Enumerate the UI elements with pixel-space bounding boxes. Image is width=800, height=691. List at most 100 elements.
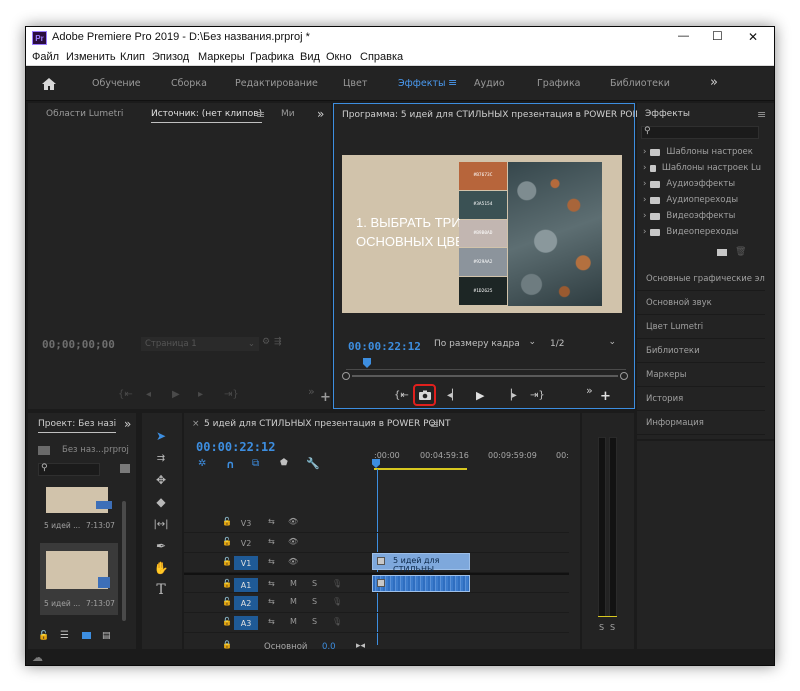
sync-lock-icon[interactable]: ⇆ (268, 517, 275, 526)
section-essential-graphics[interactable]: Основные графические эле (637, 267, 765, 291)
sync-lock-icon[interactable]: ⇆ (268, 537, 275, 546)
workspace-color[interactable]: Цвет (343, 78, 367, 89)
track-select-tool[interactable]: ⇉ (146, 447, 176, 469)
ripple-edit-tool[interactable]: ✥ (146, 469, 176, 491)
fit-select[interactable]: По размеру кадра ⌄ (430, 337, 538, 352)
timeline-playhead-handle[interactable] (372, 459, 380, 468)
program-title[interactable]: Программа: 5 идей для СТИЛЬНЫХ презентац… (342, 110, 647, 120)
master-lock-icon[interactable]: 🔒 (222, 640, 232, 649)
timeline-title[interactable]: 5 идей для СТИЛЬНЫХ презентация в POWER … (204, 419, 450, 429)
track-lock-icon[interactable]: 🔓 (222, 537, 232, 546)
mute-button[interactable]: M (290, 579, 297, 588)
work-area-bar[interactable] (374, 468, 467, 470)
sync-lock-icon[interactable]: ⇆ (268, 557, 275, 566)
settings-icon[interactable]: ⚙ (262, 337, 270, 347)
icon-view-icon[interactable] (82, 632, 91, 639)
mute-button[interactable]: M (290, 617, 297, 626)
a1-clip[interactable] (372, 575, 470, 592)
menu-view[interactable]: Вид (300, 51, 320, 63)
workspace-graphics[interactable]: Графика (537, 78, 581, 89)
workspace-editing[interactable]: Редактирование (235, 78, 318, 89)
eye-icon[interactable]: 👁 (288, 537, 298, 546)
home-icon[interactable] (40, 76, 58, 92)
program-playhead[interactable] (363, 358, 371, 368)
workspace-libraries[interactable]: Библиотеки (610, 78, 670, 89)
sync-lock-icon[interactable]: ⇆ (268, 579, 275, 588)
microphone-icon[interactable]: 🎙 (332, 617, 342, 626)
maximize-button[interactable]: ☐ (712, 29, 723, 43)
track-lock-icon[interactable]: 🔓 (222, 579, 232, 588)
section-libraries[interactable]: Библиотеки (637, 339, 765, 363)
menu-help[interactable]: Справка (360, 51, 403, 63)
source-more-button[interactable]: » (308, 385, 315, 398)
resolution-select[interactable]: 1/2 ⌄ (546, 337, 618, 352)
workspace-audio[interactable]: Аудио (474, 78, 505, 89)
minimize-button[interactable]: — (678, 30, 689, 42)
zoom-handle-right[interactable] (620, 372, 628, 380)
panel-more-icon[interactable]: » (317, 107, 324, 121)
timeline-timecode[interactable]: 00:00:22:12 (196, 440, 275, 454)
track-row-v3[interactable]: 🔓 V3 ⇆ 👁 (184, 513, 569, 533)
workspace-effects[interactable]: Эффекты (398, 78, 446, 89)
wrench-icon[interactable]: 🔧 (306, 457, 320, 470)
find-icon[interactable] (120, 464, 130, 473)
tab-lumetri-scopes[interactable]: Области Lumetri (46, 109, 123, 119)
effects-item-video-transitions[interactable]: › Видеопереходы (643, 224, 761, 240)
program-scrubbar[interactable] (346, 369, 626, 370)
section-info[interactable]: Информация (637, 411, 765, 435)
creative-cloud-icon[interactable]: ☁ (32, 651, 43, 664)
time-ruler[interactable]: :00:00 00:04:59:16 00:09:59:09 00: (372, 441, 572, 475)
menu-window[interactable]: Окно (326, 51, 352, 63)
effects-item-presets[interactable]: › Шаблоны настроек (643, 144, 761, 160)
menu-clip[interactable]: Клип (120, 51, 145, 63)
track-row-a3[interactable]: 🔓 A3 ⇆ M S 🎙 (184, 613, 569, 633)
step-forward-icon[interactable]: ▕▸ (504, 390, 517, 401)
program-add-button[interactable]: + (600, 389, 611, 404)
track-lock-icon[interactable]: 🔓 (222, 517, 232, 526)
freeform-view-icon[interactable]: ▤ (102, 631, 111, 641)
track-row-a2[interactable]: 🔓 A2 ⇆ M S 🎙 (184, 593, 569, 613)
close-button[interactable]: ✕ (748, 30, 758, 44)
new-bin-icon[interactable] (717, 249, 727, 256)
step-back-icon[interactable]: ◂ (146, 389, 151, 400)
menu-file[interactable]: Файл (32, 51, 59, 63)
section-history[interactable]: История (637, 387, 765, 411)
track-target-a2[interactable]: A2 (234, 596, 258, 610)
section-markers[interactable]: Маркеры (637, 363, 765, 387)
step-forward-icon[interactable]: ▸ (198, 389, 203, 400)
effects-menu-icon[interactable]: ≡ (757, 108, 766, 121)
menu-markers[interactable]: Маркеры (198, 51, 245, 63)
play-icon[interactable]: ▶ (476, 389, 484, 402)
microphone-icon[interactable]: 🎙 (332, 597, 342, 606)
section-lumetri-color[interactable]: Цвет Lumetri (637, 315, 765, 339)
list-view-icon[interactable]: ☰ (60, 630, 69, 641)
workspace-more-button[interactable]: » (710, 75, 718, 90)
pen-tool[interactable]: ✒ (146, 535, 176, 557)
effects-item-lumetri-presets[interactable]: › Шаблоны настроек Lu (643, 160, 761, 176)
timeline-menu-icon[interactable]: ≡ (430, 418, 439, 431)
play-icon[interactable]: ▶ (172, 389, 180, 400)
tab-project[interactable]: Проект: Без назі (38, 419, 117, 433)
track-target-v2[interactable]: V2 (234, 536, 258, 550)
mute-button[interactable]: M (290, 597, 297, 606)
effects-item-video-effects[interactable]: › Видеоэффекты (643, 208, 761, 224)
linked-selection-icon[interactable]: ⧉ (252, 458, 259, 469)
sync-lock-icon[interactable]: ⇆ (268, 597, 275, 606)
export-frame-button[interactable] (413, 384, 436, 406)
microphone-icon[interactable]: 🎙 (332, 579, 342, 588)
meter-solo-left[interactable]: S (599, 623, 604, 632)
go-to-out-icon[interactable]: ⇥} (224, 389, 239, 400)
eye-icon[interactable]: 👁 (288, 557, 298, 566)
track-lock-icon[interactable]: 🔓 (222, 557, 232, 566)
sync-lock-icon[interactable]: ⇆ (268, 617, 275, 626)
nest-icon[interactable]: ✲ (198, 458, 206, 469)
v1-clip[interactable]: 5 идей для СТИЛЬНЫ (372, 553, 470, 574)
razor-tool[interactable]: ◆ (146, 491, 176, 513)
add-marker-icon[interactable]: ⬟ (280, 458, 288, 468)
solo-button[interactable]: S (312, 597, 317, 606)
program-more-button[interactable]: » (586, 384, 593, 397)
eye-icon[interactable]: 👁 (288, 517, 298, 526)
project-scrollbar[interactable] (122, 501, 126, 621)
tab-menu-icon[interactable]: ≡ (256, 108, 265, 121)
timeline-close-icon[interactable]: × (192, 419, 200, 429)
